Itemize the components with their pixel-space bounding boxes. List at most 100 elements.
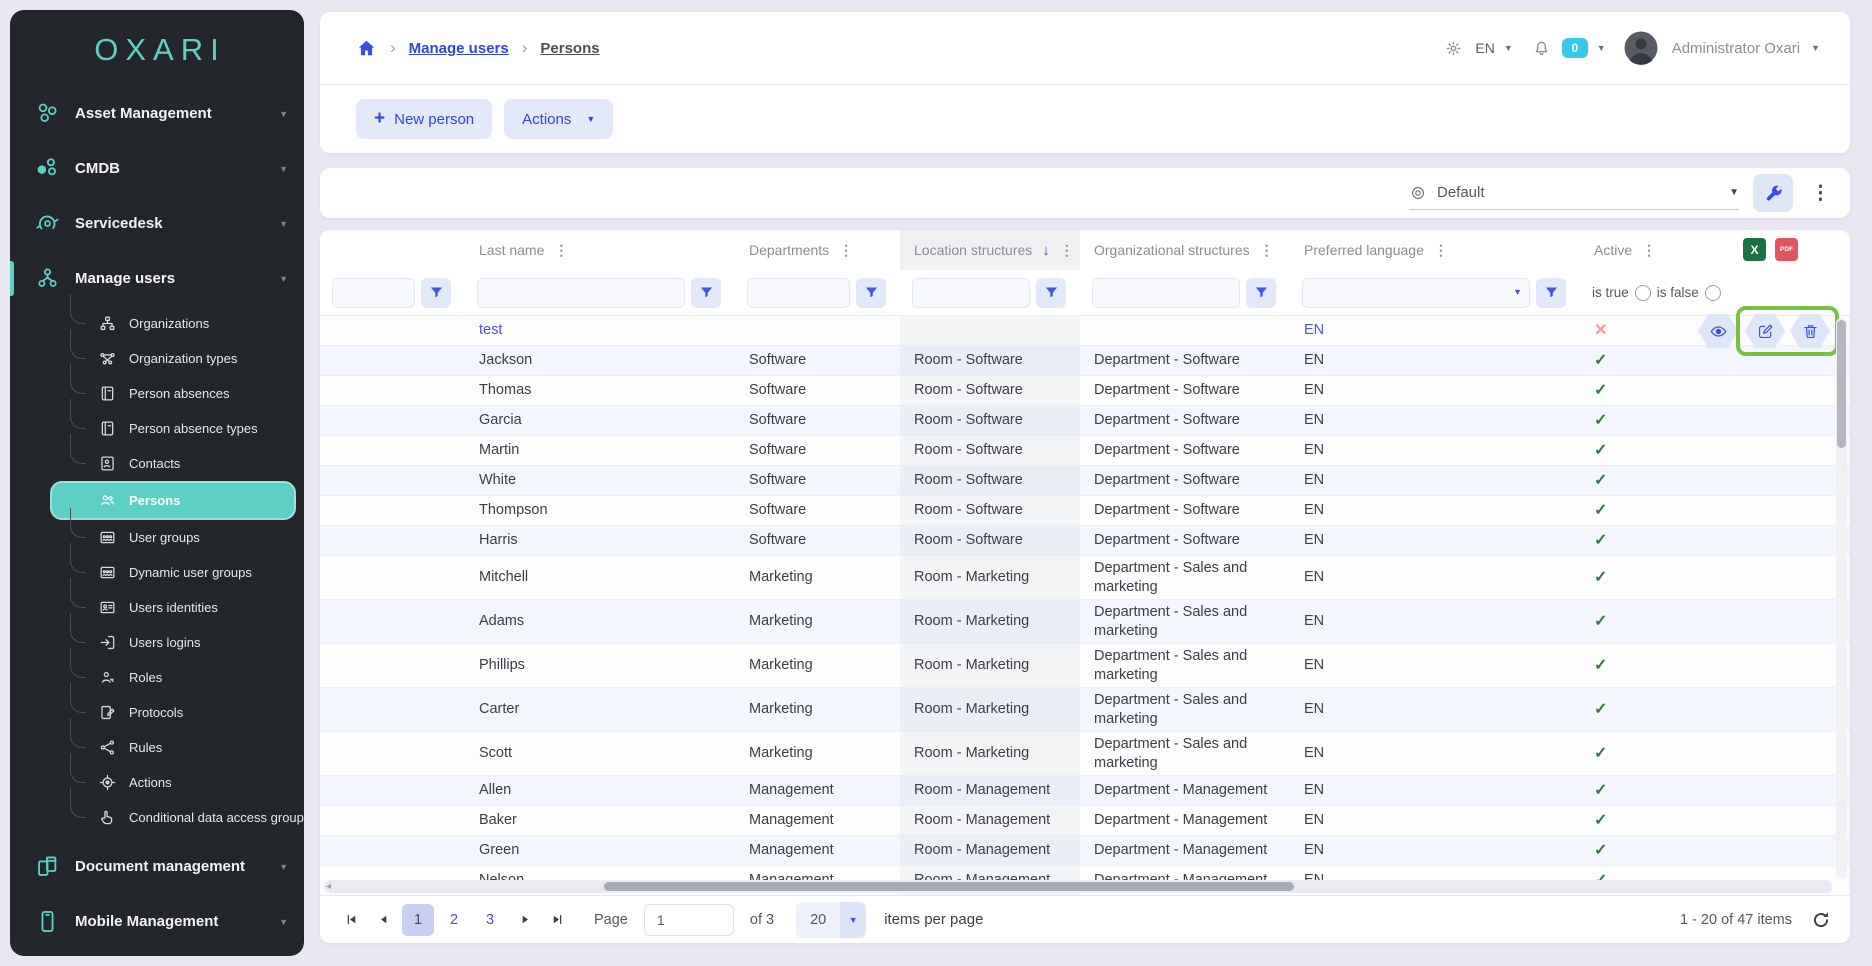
sidebar-item-persons[interactable]: Persons <box>50 481 296 520</box>
table-row[interactable]: Scott Marketing Room - Marketing Departm… <box>320 732 1850 776</box>
table-row[interactable]: Mitchell Marketing Room - Marketing Depa… <box>320 556 1850 600</box>
table-row[interactable]: Allen Management Room - Management Depar… <box>320 776 1850 806</box>
breadcrumb-manage-users[interactable]: Manage users <box>409 40 509 57</box>
table-row[interactable]: Jackson Software Room - Software Departm… <box>320 346 1850 376</box>
sidebar-item-conditional-data-access-groups[interactable]: Conditional data access groups <box>70 800 296 835</box>
sidebar-item-document-management[interactable]: Document management ▼ <box>10 839 304 894</box>
is-false-radio[interactable] <box>1705 285 1721 301</box>
filter-funnel-icon[interactable] <box>691 278 721 308</box>
language-selector[interactable]: EN <box>1475 40 1494 56</box>
table-row[interactable]: Carter Marketing Room - Marketing Depart… <box>320 688 1850 732</box>
column-settings-wrench-button[interactable] <box>1753 174 1793 212</box>
filter-funnel-icon[interactable] <box>1036 278 1066 308</box>
table-row[interactable]: Baker Management Room - Management Depar… <box>320 806 1850 836</box>
column-menu-kebab-icon[interactable]: ⋮ <box>839 242 853 259</box>
table-row[interactable]: Thompson Software Room - Software Depart… <box>320 496 1850 526</box>
table-row[interactable]: test EN ✕ <box>320 316 1850 346</box>
column-header-departments[interactable]: Departments⋮ <box>735 230 900 270</box>
view-select[interactable]: Default ▼ <box>1409 176 1739 210</box>
cell-last-name[interactable]: test <box>465 316 735 345</box>
table-row[interactable]: Green Management Room - Management Depar… <box>320 836 1850 866</box>
column-menu-kebab-icon[interactable]: ⋮ <box>1260 242 1274 259</box>
sidebar-item-person-absence-types[interactable]: Person absence types <box>70 411 296 446</box>
column-menu-kebab-icon[interactable]: ⋮ <box>554 242 568 259</box>
filter-funnel-icon[interactable] <box>421 278 451 308</box>
page-button-1[interactable]: 1 <box>402 904 434 936</box>
avatar[interactable] <box>1623 30 1659 66</box>
breadcrumb-persons[interactable]: Persons <box>540 40 599 57</box>
sidebar-item-rules[interactable]: Rules <box>70 730 296 765</box>
table-row[interactable]: Martin Software Room - Software Departme… <box>320 436 1850 466</box>
prev-page-button[interactable] <box>370 907 396 933</box>
sidebar-item-users-logins[interactable]: Users logins <box>70 625 296 660</box>
column-header-last-name[interactable]: Last name⋮ <box>465 230 735 270</box>
language-caret-icon[interactable]: ▼ <box>1504 43 1513 53</box>
filter-input[interactable] <box>747 278 850 308</box>
column-menu-kebab-icon[interactable]: ⋮ <box>1434 242 1448 259</box>
edit-row-button[interactable] <box>1745 314 1785 348</box>
column-menu-kebab-icon[interactable]: ⋮ <box>1060 242 1074 259</box>
refresh-icon[interactable] <box>1810 909 1832 931</box>
user-menu-caret-icon[interactable]: ▼ <box>1811 43 1820 53</box>
sidebar-item-asset-management[interactable]: Asset Management ▼ <box>10 86 304 141</box>
sidebar-item-organizations[interactable]: Organizations <box>70 306 296 341</box>
sidebar-item-contacts[interactable]: Contacts <box>70 446 296 481</box>
column-header-active[interactable]: Active⋮ <box>1580 230 1850 270</box>
sidebar-item-actions[interactable]: Actions <box>70 765 296 800</box>
view-row-button[interactable] <box>1698 314 1738 348</box>
column-header-organizational-structures[interactable]: Organizational structures⋮ <box>1080 230 1290 270</box>
column-menu-kebab-icon[interactable]: ⋮ <box>1642 242 1656 259</box>
sidebar-item-cmdb[interactable]: CMDB ▼ <box>10 141 304 196</box>
sidebar-item-protocols[interactable]: Protocols <box>70 695 296 730</box>
sidebar-item-person-absences[interactable]: Person absences <box>70 376 296 411</box>
notifications-badge[interactable]: 0 <box>1562 38 1588 58</box>
filter-funnel-icon[interactable] <box>1246 278 1276 308</box>
actions-button[interactable]: Actions▼ <box>504 99 613 139</box>
sidebar-item-organization-types[interactable]: Organization types <box>70 341 296 376</box>
table-row[interactable]: Phillips Marketing Room - Marketing Depa… <box>320 644 1850 688</box>
filter-funnel-icon[interactable] <box>856 278 886 308</box>
table-menu-kebab-icon[interactable]: ⋮ <box>1807 182 1834 205</box>
next-page-button[interactable] <box>512 907 538 933</box>
filter-caret-icon[interactable]: ▼ <box>1513 287 1522 297</box>
page-size-select[interactable]: 20 ▼ <box>796 902 866 938</box>
home-icon[interactable] <box>356 38 377 59</box>
column-header-location-structures[interactable]: Location structures↓⋮ <box>900 230 1080 270</box>
export-excel-icon[interactable]: X <box>1743 238 1766 261</box>
table-row[interactable]: Garcia Software Room - Software Departme… <box>320 406 1850 436</box>
page-button-3[interactable]: 3 <box>474 904 506 936</box>
sort-desc-icon[interactable]: ↓ <box>1042 242 1050 259</box>
sidebar-item-mobile-management[interactable]: Mobile Management ▼ <box>10 894 304 949</box>
page-number-input[interactable] <box>644 904 734 936</box>
column-header-preferred-language[interactable]: Preferred language⋮ <box>1290 230 1580 270</box>
filter-input[interactable] <box>332 278 415 308</box>
sidebar-item-users-identities[interactable]: Users identities <box>70 590 296 625</box>
page-button-2[interactable]: 2 <box>438 904 470 936</box>
delete-row-button[interactable] <box>1790 314 1830 348</box>
table-row[interactable]: White Software Room - Software Departmen… <box>320 466 1850 496</box>
table-row[interactable]: Thomas Software Room - Software Departme… <box>320 376 1850 406</box>
new-person-button[interactable]: +New person <box>356 99 492 139</box>
last-page-button[interactable] <box>544 907 570 933</box>
sidebar-item-manage-users[interactable]: Manage users ▼ <box>10 251 304 306</box>
table-row[interactable]: Harris Software Room - Software Departme… <box>320 526 1850 556</box>
filter-input[interactable] <box>1092 278 1240 308</box>
sidebar-item-roles[interactable]: Roles <box>70 660 296 695</box>
vertical-scrollbar-thumb[interactable] <box>1837 320 1846 448</box>
gear-icon[interactable] <box>1444 39 1463 58</box>
table-row[interactable]: Adams Marketing Room - Marketing Departm… <box>320 600 1850 644</box>
sidebar-item-servicedesk[interactable]: Servicedesk ▼ <box>10 196 304 251</box>
notifications-caret-icon[interactable]: ▼ <box>1597 43 1606 53</box>
export-pdf-icon[interactable]: PDF <box>1775 238 1798 261</box>
vertical-scrollbar[interactable] <box>1836 318 1847 879</box>
sidebar-item-dynamic-user-groups[interactable]: Dynamic user groups <box>70 555 296 590</box>
scroll-left-arrow-icon[interactable]: ◂ <box>326 880 331 893</box>
bell-icon[interactable] <box>1532 39 1551 58</box>
is-true-radio[interactable] <box>1635 285 1651 301</box>
filter-input[interactable] <box>477 278 685 308</box>
filter-select-input[interactable] <box>1302 278 1530 308</box>
filter-input[interactable] <box>912 278 1030 308</box>
horizontal-scrollbar-thumb[interactable] <box>604 882 1294 891</box>
filter-funnel-icon[interactable] <box>1536 278 1566 308</box>
sidebar-item-user-groups[interactable]: User groups <box>70 520 296 555</box>
